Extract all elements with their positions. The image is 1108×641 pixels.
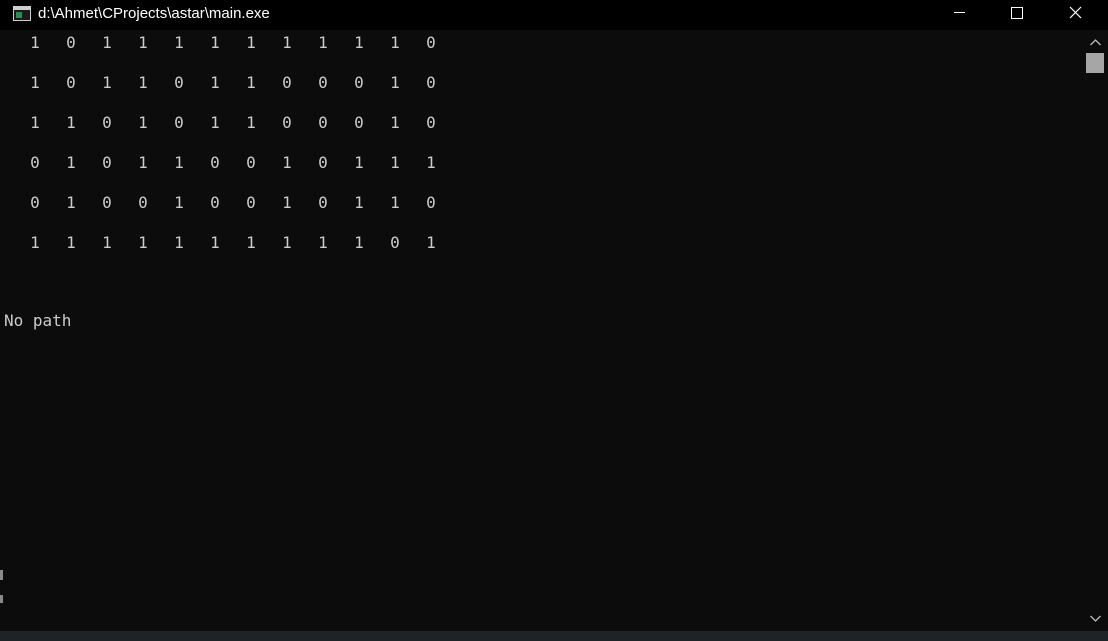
grid-cell: 1 xyxy=(354,193,364,212)
grid-cell: 0 xyxy=(354,73,364,92)
console-window-icon[interactable] xyxy=(13,6,31,21)
grid-cell: 1 xyxy=(246,113,256,132)
grid-cell: 1 xyxy=(210,113,220,132)
grid-cell: 1 xyxy=(282,153,292,172)
close-button[interactable] xyxy=(1046,0,1104,30)
console-window: d:\Ahmet\CProjects\astar\main.exe No pat… xyxy=(0,0,1108,641)
chevron-down-icon[interactable] xyxy=(1087,610,1104,627)
icon-block xyxy=(16,12,22,18)
grid-cell: 1 xyxy=(30,33,40,52)
left-edge-mark xyxy=(0,570,3,580)
grid-cell: 1 xyxy=(282,233,292,252)
grid-cell: 0 xyxy=(66,33,76,52)
grid-cell: 1 xyxy=(174,193,184,212)
grid-cell: 0 xyxy=(246,193,256,212)
grid-cell: 1 xyxy=(210,233,220,252)
vertical-scrollbar[interactable] xyxy=(1084,30,1108,631)
grid-cell: 0 xyxy=(30,193,40,212)
grid-cell: 1 xyxy=(138,233,148,252)
grid-cell: 1 xyxy=(138,73,148,92)
grid-cell: 0 xyxy=(282,113,292,132)
chevron-up-icon[interactable] xyxy=(1087,34,1104,51)
grid-cell: 1 xyxy=(354,233,364,252)
grid-cell: 1 xyxy=(246,233,256,252)
grid-cell: 0 xyxy=(30,153,40,172)
grid-cell: 1 xyxy=(318,33,328,52)
grid-cell: 1 xyxy=(30,233,40,252)
grid-cell: 1 xyxy=(174,153,184,172)
grid-cell: 1 xyxy=(174,33,184,52)
grid-cell: 0 xyxy=(354,113,364,132)
grid-cell: 1 xyxy=(138,113,148,132)
grid-cell: 1 xyxy=(210,33,220,52)
grid-cell: 0 xyxy=(426,33,436,52)
grid-cell: 0 xyxy=(138,193,148,212)
icon-bar xyxy=(14,7,30,10)
grid-cell: 0 xyxy=(174,73,184,92)
maximize-button[interactable] xyxy=(988,0,1046,30)
grid-cell: 1 xyxy=(282,193,292,212)
maximize-icon xyxy=(1011,7,1023,19)
grid-cell: 1 xyxy=(426,153,436,172)
status-message: No path xyxy=(4,311,72,330)
grid-cell: 0 xyxy=(102,153,112,172)
window-title: d:\Ahmet\CProjects\astar\main.exe xyxy=(38,5,270,22)
grid-cell: 0 xyxy=(318,73,328,92)
grid-cell: 1 xyxy=(138,153,148,172)
grid-cell: 1 xyxy=(246,73,256,92)
grid-cell: 0 xyxy=(210,193,220,212)
grid-cell: 0 xyxy=(282,73,292,92)
grid-cell: 0 xyxy=(246,153,256,172)
grid-cell: 1 xyxy=(354,153,364,172)
grid-cell: 1 xyxy=(102,73,112,92)
grid-cell: 0 xyxy=(66,73,76,92)
grid-cell: 0 xyxy=(210,153,220,172)
window-bottom-edge xyxy=(0,631,1108,641)
scroll-thumb[interactable] xyxy=(1086,53,1104,73)
grid-cell: 1 xyxy=(354,33,364,52)
grid-cell: 0 xyxy=(318,153,328,172)
grid-cell: 0 xyxy=(174,113,184,132)
grid-cell: 1 xyxy=(390,193,400,212)
grid-cell: 1 xyxy=(174,233,184,252)
title-bar[interactable]: d:\Ahmet\CProjects\astar\main.exe xyxy=(0,0,1108,30)
grid-cell: 1 xyxy=(66,153,76,172)
grid-cell: 1 xyxy=(102,33,112,52)
grid-cell: 1 xyxy=(66,193,76,212)
grid-cell: 1 xyxy=(390,73,400,92)
grid-cell: 1 xyxy=(390,113,400,132)
grid-cell: 1 xyxy=(390,33,400,52)
grid-cell: 1 xyxy=(318,233,328,252)
grid-cell: 1 xyxy=(138,33,148,52)
grid-cell: 1 xyxy=(282,33,292,52)
minimize-icon xyxy=(954,12,965,13)
grid-cell: 0 xyxy=(426,193,436,212)
grid-cell: 1 xyxy=(102,233,112,252)
grid-cell: 1 xyxy=(30,113,40,132)
grid-cell: 1 xyxy=(426,233,436,252)
grid-cell: 1 xyxy=(30,73,40,92)
grid-cell: 0 xyxy=(318,193,328,212)
left-edge-mark xyxy=(0,595,3,603)
grid-cell: 1 xyxy=(246,33,256,52)
grid-cell: 0 xyxy=(102,193,112,212)
grid-cell: 0 xyxy=(102,113,112,132)
grid-cell: 0 xyxy=(426,113,436,132)
grid-cell: 0 xyxy=(426,73,436,92)
grid-cell: 1 xyxy=(210,73,220,92)
grid-cell: 1 xyxy=(66,233,76,252)
grid-cell: 0 xyxy=(318,113,328,132)
console-output[interactable]: No path 1 0 1 1 1 1 1 1 1 1 1 0 1 0 1 1 0 1 1 0 0 0 1 0 1 1 0 1 0 1 1 0… xyxy=(0,30,1084,631)
grid-cell: 0 xyxy=(390,233,400,252)
close-icon xyxy=(1069,6,1082,19)
grid-cell: 1 xyxy=(66,113,76,132)
minimize-button[interactable] xyxy=(930,0,988,30)
grid-cell: 1 xyxy=(390,153,400,172)
